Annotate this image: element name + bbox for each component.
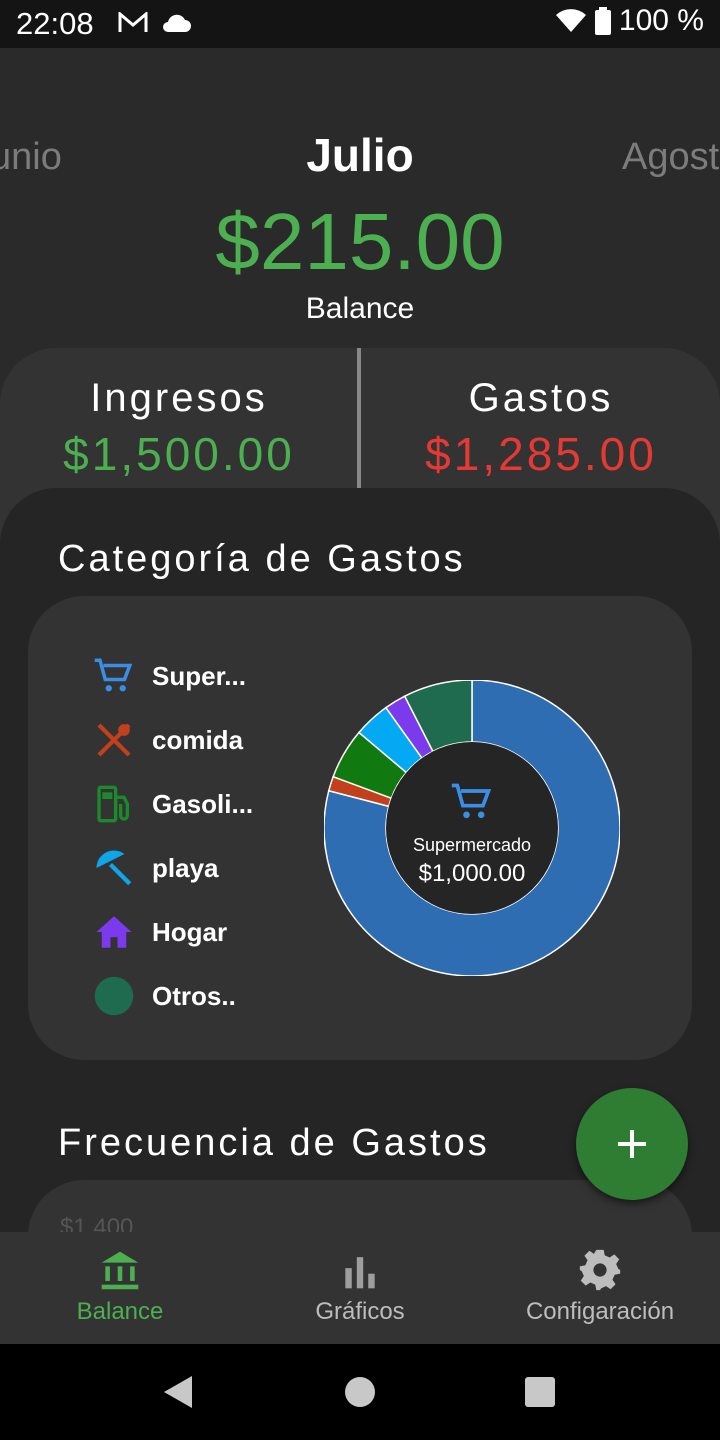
back-icon[interactable] bbox=[160, 1374, 196, 1410]
home-button-icon[interactable] bbox=[344, 1376, 376, 1408]
category-card: Super... comida Gasoli... playa Hogar Ot… bbox=[28, 596, 692, 1060]
fuel-icon bbox=[92, 782, 136, 826]
battery-icon bbox=[594, 7, 611, 35]
cart-icon bbox=[92, 654, 136, 698]
bank-icon bbox=[101, 1251, 139, 1290]
cart-icon bbox=[451, 783, 492, 819]
balance-label: Balance bbox=[305, 292, 415, 325]
wifi-icon bbox=[555, 9, 586, 32]
next-month[interactable]: Agost bbox=[622, 136, 719, 179]
bottom-navigation: Balance Gráficos Configaración bbox=[0, 1232, 720, 1344]
donut-center: Supermercado $1,000.00 bbox=[384, 780, 560, 888]
legend-item-playa[interactable]: playa bbox=[92, 836, 253, 900]
legend-item-comida[interactable]: comida bbox=[92, 708, 253, 772]
selected-value: $1,000.00 bbox=[418, 860, 526, 887]
nav-balance[interactable]: Balance bbox=[0, 1232, 240, 1344]
nav-settings[interactable]: Configaración bbox=[480, 1232, 720, 1344]
expense-summary[interactable]: Gastos $1,285.00 bbox=[362, 376, 720, 481]
income-label: Ingresos bbox=[90, 376, 268, 420]
legend-label: comida bbox=[152, 724, 244, 755]
status-bar: 22:08 100 % bbox=[0, 0, 720, 48]
circle-icon bbox=[92, 974, 136, 1018]
legend-label: Otros.. bbox=[152, 980, 236, 1011]
legend-label: Hogar bbox=[152, 916, 228, 947]
expense-label: Gastos bbox=[468, 376, 614, 420]
selected-category: Supermercado bbox=[412, 835, 532, 855]
legend-item-otros[interactable]: Otros.. bbox=[92, 964, 253, 1028]
battery-level: 100 % bbox=[618, 4, 704, 37]
category-legend: Super... comida Gasoli... playa Hogar Ot… bbox=[92, 644, 253, 1028]
gmail-icon bbox=[118, 12, 148, 32]
recents-icon[interactable] bbox=[524, 1376, 556, 1408]
nav-label: Balance bbox=[76, 1298, 164, 1325]
status-time: 22:08 bbox=[16, 6, 94, 41]
home-icon bbox=[92, 910, 136, 954]
summary-divider bbox=[357, 348, 361, 490]
income-value: $1,500.00 bbox=[63, 428, 295, 480]
income-summary[interactable]: Ingresos $1,500.00 bbox=[0, 376, 358, 481]
cloud-icon bbox=[163, 14, 191, 32]
legend-label: Super... bbox=[152, 660, 246, 691]
category-section-title: Categoría de Gastos bbox=[58, 538, 466, 580]
utensils-icon bbox=[92, 718, 136, 762]
legend-item-supermercado[interactable]: Super... bbox=[92, 644, 253, 708]
balance-amount: $215.00 bbox=[215, 197, 505, 286]
current-month: Julio bbox=[306, 129, 414, 181]
status-right: 100 % bbox=[555, 4, 704, 38]
nav-charts[interactable]: Gráficos bbox=[240, 1232, 480, 1344]
bar-chart-icon bbox=[345, 1257, 375, 1289]
expense-value: $1,285.00 bbox=[425, 428, 657, 480]
system-navigation-bar bbox=[0, 1344, 720, 1440]
frequency-section-title: Frecuencia de Gastos bbox=[58, 1122, 490, 1164]
gear-icon bbox=[579, 1249, 621, 1291]
legend-label: Gasoli... bbox=[152, 788, 254, 819]
month-header: unio Julio Agost $215.00 Balance bbox=[0, 48, 720, 348]
legend-label: playa bbox=[152, 852, 219, 883]
nav-label: Gráficos bbox=[315, 1298, 405, 1325]
umbrella-icon bbox=[92, 846, 136, 890]
nav-label: Configaración bbox=[525, 1298, 675, 1325]
add-transaction-button[interactable] bbox=[576, 1088, 688, 1200]
plus-icon bbox=[618, 1130, 646, 1158]
legend-item-hogar[interactable]: Hogar bbox=[92, 900, 253, 964]
legend-item-gasolina[interactable]: Gasoli... bbox=[92, 772, 253, 836]
